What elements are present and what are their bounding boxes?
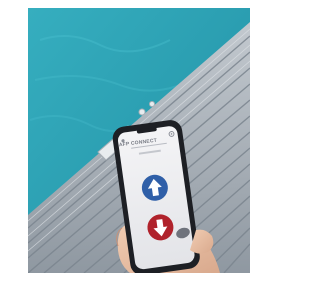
photo: AFP CONNECT: [0, 0, 277, 281]
photo-scene: [28, 8, 250, 273]
